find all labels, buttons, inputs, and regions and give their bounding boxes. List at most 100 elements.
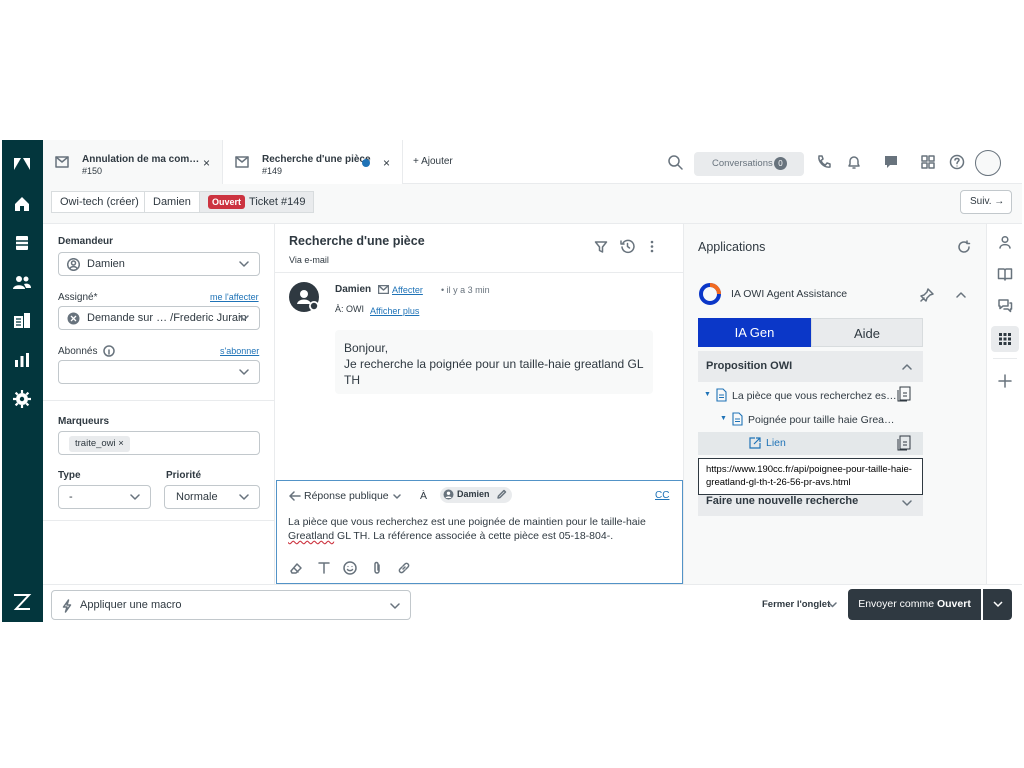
ticket-workspace: Annulation de ma com… #150 × Recherche d… xyxy=(2,140,1022,622)
recipient-name: Damien xyxy=(457,489,490,499)
user-avatar[interactable] xyxy=(975,150,1001,176)
tree-item[interactable]: Poignée pour taille haie Grea… xyxy=(748,414,895,426)
group-icon xyxy=(67,312,80,325)
customers-icon[interactable] xyxy=(12,272,32,292)
tab-aide[interactable]: Aide xyxy=(811,318,923,347)
ticket-tab-149[interactable]: Recherche d'une pièce #149 × xyxy=(223,140,403,184)
next-button[interactable]: Suiv. → xyxy=(960,190,1012,214)
proposal-header[interactable]: Proposition OWI xyxy=(698,351,923,382)
text-format-icon[interactable] xyxy=(317,561,331,575)
reply-text[interactable]: La pièce que vous recherchez est une poi… xyxy=(288,515,668,543)
external-link-icon xyxy=(749,437,761,449)
message-body: Bonjour, Je recherche la poignée pour un… xyxy=(335,330,653,394)
views-icon[interactable] xyxy=(12,233,32,253)
apply-macro-select[interactable]: Appliquer une macro xyxy=(51,590,411,620)
more-options-icon[interactable] xyxy=(649,239,655,254)
tree-item[interactable]: La pièce que vous recherchez es… xyxy=(732,390,897,402)
document-icon xyxy=(732,412,743,426)
ticket-tab-150[interactable]: Annulation de ma com… #150 × xyxy=(43,140,223,184)
phone-icon[interactable] xyxy=(816,154,832,170)
reporting-icon[interactable] xyxy=(12,350,32,370)
link-row[interactable]: Lien xyxy=(698,432,923,455)
refresh-icon[interactable] xyxy=(957,240,971,254)
apps-grid-icon[interactable] xyxy=(920,154,936,170)
requester-value: Damien xyxy=(87,258,125,270)
proposal-title: Proposition OWI xyxy=(706,360,793,372)
chevron-up-icon[interactable] xyxy=(956,291,966,298)
ticket-subject[interactable]: Recherche d'une pièce xyxy=(289,234,425,248)
sender-name[interactable]: Damien xyxy=(335,284,371,295)
close-tab-button[interactable]: × xyxy=(203,156,210,170)
assign-me-link[interactable]: me l'affecter xyxy=(210,292,259,302)
add-icon[interactable] xyxy=(997,373,1013,389)
close-tab-select[interactable]: Fermer l'onglet xyxy=(762,599,830,610)
priority-select[interactable]: Normale xyxy=(164,485,260,509)
chevron-down-icon xyxy=(828,602,837,608)
customer-context-icon[interactable] xyxy=(997,234,1013,250)
apps-title: Applications xyxy=(698,240,766,254)
requester-label: Demandeur xyxy=(58,236,114,247)
admin-gear-icon[interactable] xyxy=(12,389,32,409)
cc-button[interactable]: CC xyxy=(655,490,669,501)
edit-pencil-icon[interactable] xyxy=(496,489,507,500)
conversations-button[interactable]: Conversations 0 xyxy=(694,152,804,176)
history-icon[interactable] xyxy=(620,239,635,254)
search-icon[interactable] xyxy=(667,154,683,170)
tree-caret-icon[interactable]: ▼ xyxy=(720,415,727,422)
conversation-panel: Recherche d'une pièce Via e-mail Damien … xyxy=(275,224,684,584)
assignee-label: Assigné* xyxy=(58,292,98,303)
requester-select[interactable]: Damien xyxy=(58,252,260,276)
side-conversations-icon[interactable] xyxy=(997,298,1013,314)
followers-select[interactable] xyxy=(58,360,260,384)
recipient-chip[interactable]: Damien xyxy=(440,487,512,503)
link-label[interactable]: Lien xyxy=(766,437,786,449)
type-label: Type xyxy=(58,470,81,481)
reply-editor[interactable]: Réponse publique À Damien CC La pièce qu… xyxy=(276,480,683,584)
document-icon xyxy=(716,388,727,402)
filter-icon[interactable] xyxy=(594,240,608,254)
tags-input[interactable]: traite_owi × xyxy=(58,431,260,455)
chevron-down-icon xyxy=(993,601,1003,608)
divider xyxy=(43,400,275,401)
tag-chip[interactable]: traite_owi × xyxy=(69,436,130,452)
ticket-footer: Appliquer une macro Fermer l'onglet Envo… xyxy=(43,584,1022,622)
apps-grid-icon[interactable] xyxy=(997,331,1013,347)
pin-icon[interactable] xyxy=(920,288,934,302)
mail-icon xyxy=(378,285,389,294)
knowledge-book-icon[interactable] xyxy=(997,266,1013,282)
submit-button[interactable]: Envoyer comme Ouvert xyxy=(848,589,981,620)
breadcrumb-requester[interactable]: Damien xyxy=(144,191,200,213)
organizations-icon[interactable] xyxy=(12,311,32,331)
attachment-icon[interactable] xyxy=(370,561,384,575)
breadcrumb-ticket[interactable]: Ouvert Ticket #149 xyxy=(199,191,315,213)
subscribe-link[interactable]: s'abonner xyxy=(220,346,259,356)
show-more-link[interactable]: Afficher plus xyxy=(370,306,419,316)
submit-options-button[interactable] xyxy=(983,589,1012,620)
reply-type-select[interactable]: Réponse publique xyxy=(304,490,389,502)
type-select[interactable]: - xyxy=(58,485,151,509)
close-tab-button[interactable]: × xyxy=(383,156,390,170)
link-icon[interactable] xyxy=(397,561,411,575)
breadcrumb-organization[interactable]: Owi-tech (créer) xyxy=(51,191,148,213)
priority-label: Priorité xyxy=(166,470,202,481)
copy-to-reply-icon[interactable] xyxy=(897,435,911,451)
eraser-icon[interactable] xyxy=(289,561,303,575)
assignee-select[interactable]: Demande sur … /Frederic Jurain xyxy=(58,306,260,330)
chevron-down-icon xyxy=(239,315,249,322)
help-icon[interactable] xyxy=(949,154,965,170)
emoji-icon[interactable] xyxy=(343,561,357,575)
user-icon xyxy=(67,258,80,271)
chat-icon[interactable] xyxy=(883,154,899,170)
priority-value: Normale xyxy=(176,491,218,503)
assignee-value: Demande sur … /Frederic Jurain xyxy=(87,312,247,324)
assign-link[interactable]: Affecter xyxy=(392,285,423,295)
divider xyxy=(993,358,1017,359)
copy-to-reply-icon[interactable] xyxy=(897,386,911,402)
tab-ia-gen[interactable]: IA Gen xyxy=(698,318,811,347)
notifications-bell-icon[interactable] xyxy=(846,154,862,170)
zendesk-logo-icon[interactable] xyxy=(12,154,32,174)
add-tab-button[interactable]: + Ajouter xyxy=(413,156,453,167)
tree-caret-icon[interactable]: ▼ xyxy=(704,391,711,398)
home-icon[interactable] xyxy=(12,194,32,214)
divider xyxy=(275,272,684,273)
